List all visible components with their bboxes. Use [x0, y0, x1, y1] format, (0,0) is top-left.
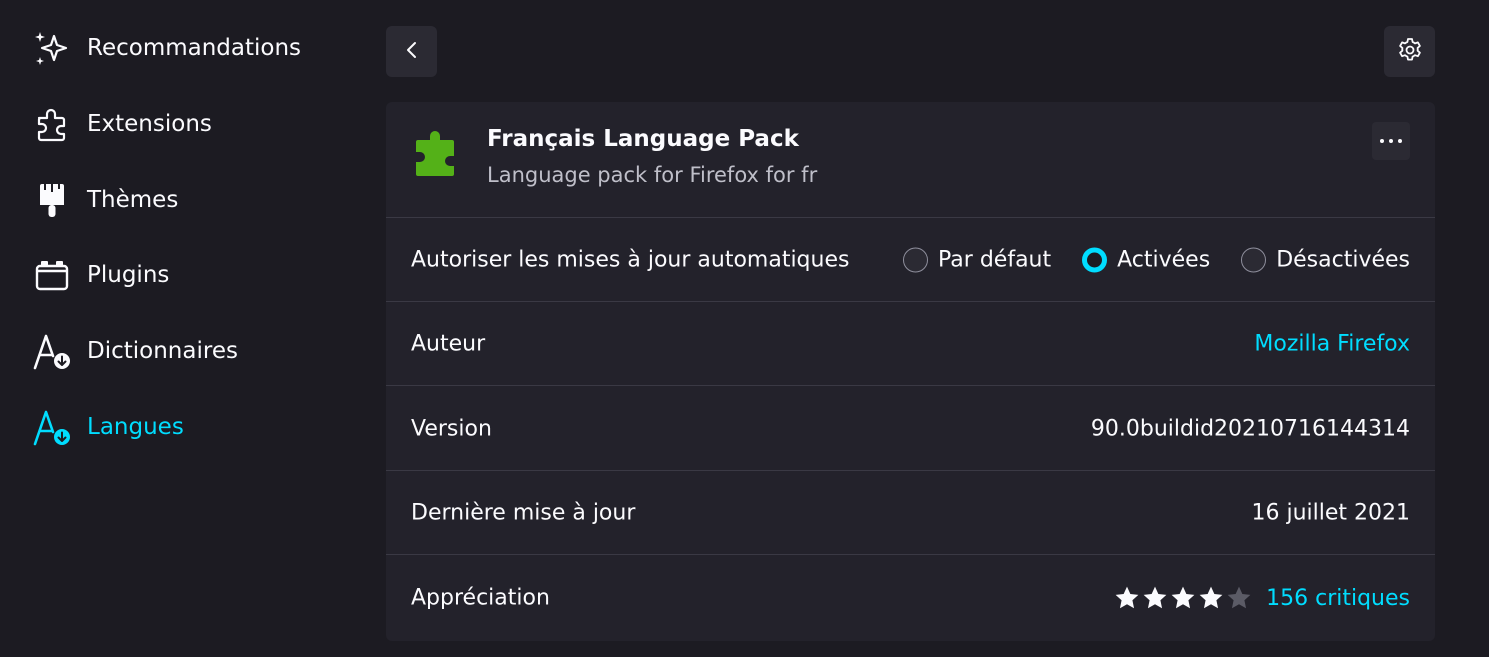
last-updated-label: Dernière mise à jour — [411, 500, 636, 525]
sidebar-item-dictionaries[interactable]: Dictionnaires — [32, 327, 352, 375]
star-filled-icon — [1115, 586, 1139, 609]
radio-button[interactable] — [1082, 247, 1108, 272]
sidebar-item-label: Recommandations — [87, 35, 302, 61]
reviews-link[interactable]: 156 critiques — [1266, 586, 1410, 611]
radio-button[interactable] — [1241, 247, 1267, 272]
categories-sidebar: Recommandations Extensions Thèmes Plugin… — [0, 0, 360, 657]
radio-label: Par défaut — [938, 247, 1052, 272]
more-options-icon — [1380, 139, 1384, 143]
radio-default[interactable]: Par défaut — [903, 247, 1051, 272]
rating-label: Appréciation — [411, 585, 550, 611]
settings-button[interactable] — [1384, 26, 1435, 77]
addon-detail-card: Français Language Pack Language pack for… — [386, 102, 1435, 641]
sidebar-item-label: Plugins — [87, 262, 170, 288]
sidebar-item-extensions[interactable]: Extensions — [32, 100, 352, 148]
star-empty-icon — [1227, 586, 1251, 609]
language-icon — [32, 407, 72, 447]
sidebar-item-label: Extensions — [87, 111, 212, 137]
sidebar-item-languages[interactable]: Langues — [32, 403, 352, 451]
more-options-dot — [1398, 139, 1402, 143]
auto-updates-label: Autoriser les mises à jour automatiques — [411, 247, 850, 272]
dictionary-icon — [32, 331, 72, 371]
star-filled-icon — [1171, 586, 1195, 609]
paintbrush-icon — [32, 180, 72, 220]
rating: 156 critiques — [1114, 585, 1410, 611]
version-label: Version — [411, 416, 492, 441]
auto-updates-row: Autoriser les mises à jour automatiques … — [386, 218, 1435, 302]
chevron-left-icon — [402, 40, 422, 64]
star-rating — [1114, 585, 1254, 611]
star-filled-icon — [1143, 586, 1167, 609]
addon-name: Français Language Pack — [487, 126, 799, 152]
sidebar-item-label: Langues — [87, 414, 184, 440]
sidebar-item-plugins[interactable]: Plugins — [32, 251, 352, 299]
last-updated-value: 16 juillet 2021 — [1251, 500, 1410, 525]
sidebar-item-themes[interactable]: Thèmes — [32, 176, 352, 224]
radio-label: Désactivées — [1276, 247, 1410, 272]
sidebar-item-label: Thèmes — [87, 187, 179, 213]
version-value: 90.0buildid20210716144314 — [1090, 416, 1410, 441]
star-filled-icon — [1199, 586, 1223, 609]
puzzle-icon — [32, 104, 72, 144]
sidebar-item-recommendations[interactable]: Recommandations — [32, 24, 352, 72]
radio-button[interactable] — [903, 247, 929, 272]
radio-disabled[interactable]: Désactivées — [1241, 247, 1410, 272]
back-button[interactable] — [386, 26, 437, 77]
gear-icon — [1397, 37, 1423, 67]
author-label: Auteur — [411, 331, 486, 356]
auto-updates-radio-group: Par défaut Activées Désactivées — [903, 247, 1410, 272]
more-options-dot — [1389, 139, 1393, 143]
sparkle-icon — [32, 28, 72, 68]
puzzle-piece-icon — [414, 126, 462, 178]
version-row: Version 90.0buildid20210716144314 — [386, 387, 1435, 471]
author-link[interactable]: Mozilla Firefox — [1254, 331, 1410, 356]
addon-description: Language pack for Firefox for fr — [487, 163, 818, 187]
author-row: Auteur Mozilla Firefox — [386, 302, 1435, 386]
more-options-button[interactable] — [1372, 122, 1410, 160]
last-updated-row: Dernière mise à jour 16 juillet 2021 — [386, 471, 1435, 555]
sidebar-item-label: Dictionnaires — [87, 338, 238, 364]
radio-label: Activées — [1117, 247, 1211, 272]
addon-header: Français Language Pack Language pack for… — [386, 102, 1435, 218]
rating-row: Appréciation 156 critiques — [386, 556, 1435, 640]
plugin-icon — [32, 255, 72, 295]
radio-enabled[interactable]: Activées — [1082, 247, 1210, 272]
